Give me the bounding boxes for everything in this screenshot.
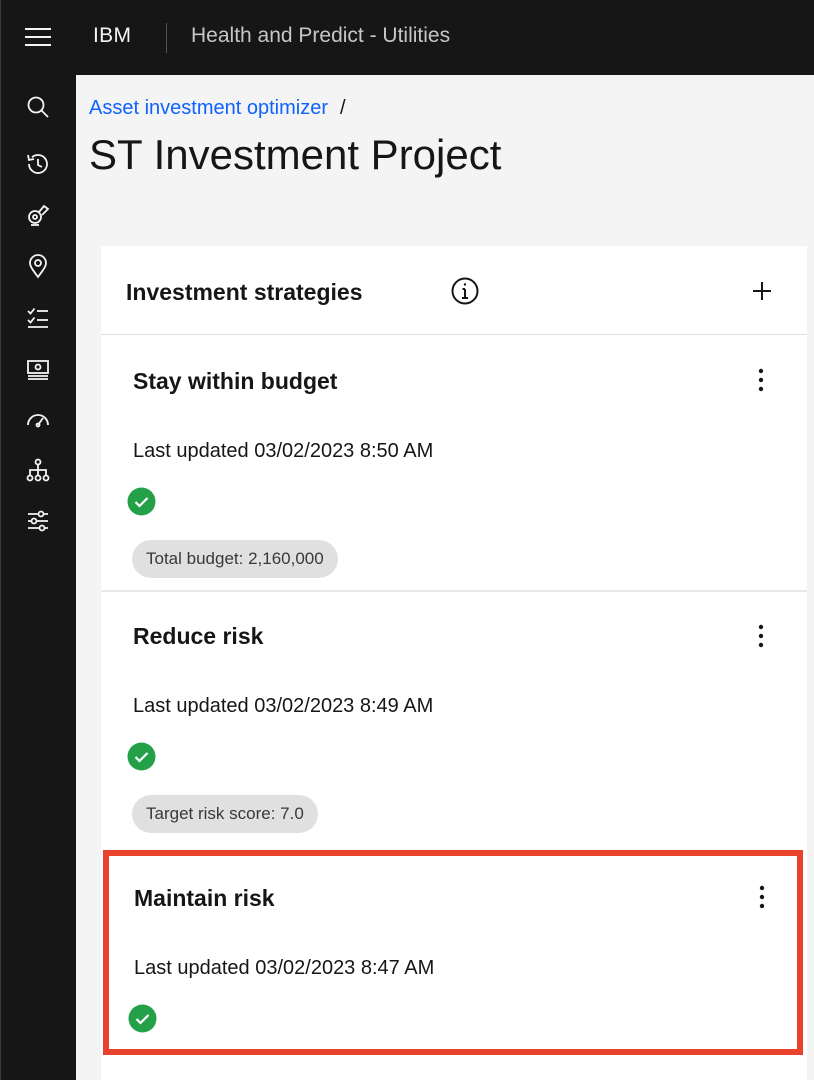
strategy-card-highlighted[interactable]: Maintain risk Last updated 03/02/2023 8:… <box>103 850 803 1055</box>
hierarchy-icon[interactable] <box>24 456 52 484</box>
add-icon[interactable] <box>749 278 775 304</box>
strategy-title[interactable]: Reduce risk <box>133 623 263 650</box>
money-icon[interactable] <box>24 354 52 382</box>
information-icon[interactable] <box>450 276 480 306</box>
overflow-menu-icon[interactable] <box>752 884 772 910</box>
settings-sliders-icon[interactable] <box>24 506 52 534</box>
breadcrumb-link-asset-investment-optimizer[interactable]: Asset investment optimizer <box>89 97 328 119</box>
header-divider <box>166 23 167 53</box>
last-updated-text: Last updated 03/02/2023 8:50 AM <box>133 440 434 462</box>
history-icon[interactable] <box>24 150 52 178</box>
strategy-card[interactable]: Reduce risk Last updated 03/02/2023 8:49… <box>101 590 807 845</box>
page-title: ST Investment Project <box>89 131 502 178</box>
asset-icon[interactable] <box>24 201 52 229</box>
app-header: IBM Health and Predict - Utilities <box>0 0 814 75</box>
last-updated-text: Last updated 03/02/2023 8:47 AM <box>134 957 435 979</box>
investment-strategies-panel: Investment strategies Stay within budget <box>101 246 807 1080</box>
breadcrumb: Asset investment optimizer / <box>89 97 346 120</box>
last-updated-text: Last updated 03/02/2023 8:49 AM <box>133 695 434 717</box>
strategy-title[interactable]: Maintain risk <box>134 885 275 912</box>
panel-title: Investment strategies <box>126 279 363 305</box>
side-nav <box>0 75 76 1080</box>
success-checkmark-icon <box>128 1004 157 1033</box>
strategy-tag: Target risk score: 7.0 <box>132 795 318 833</box>
menu-icon[interactable] <box>25 26 53 48</box>
search-icon[interactable] <box>24 93 52 121</box>
overflow-menu-icon[interactable] <box>751 623 771 649</box>
app-title[interactable]: Health and Predict - Utilities <box>191 24 450 48</box>
panel-header: Investment strategies <box>101 246 807 335</box>
strategy-card[interactable]: Stay within budget Last updated 03/02/20… <box>101 335 807 590</box>
checklist-icon[interactable] <box>24 303 52 331</box>
strategy-title[interactable]: Stay within budget <box>133 368 337 395</box>
location-icon[interactable] <box>24 252 52 280</box>
success-checkmark-icon <box>127 487 156 516</box>
main-content: Asset investment optimizer / ST Investmen… <box>76 75 814 1080</box>
breadcrumb-separator: / <box>339 97 346 119</box>
success-checkmark-icon <box>127 742 156 771</box>
gauge-icon[interactable] <box>24 405 52 433</box>
strategy-tag: Total budget: 2,160,000 <box>132 540 338 578</box>
brand-name[interactable]: IBM <box>93 24 131 48</box>
overflow-menu-icon[interactable] <box>751 367 771 393</box>
